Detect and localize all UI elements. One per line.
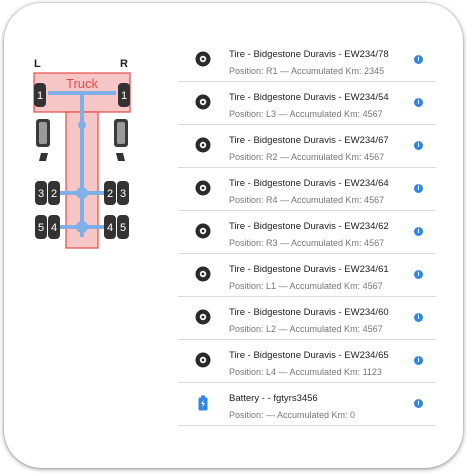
right-label: R	[120, 58, 128, 70]
item-subtitle: Position: R2 — Accumulated Km: 4567	[229, 152, 385, 162]
info-icon[interactable]: i	[414, 270, 423, 279]
list-item[interactable]: Tire - Bidgestone Duravis - EW234/54 Pos…	[178, 82, 436, 125]
tire-l4[interactable]: 4	[48, 215, 60, 239]
item-title: Tire - Bidgestone Duravis - EW234/60	[229, 307, 389, 318]
item-title: Tire - Bidgestone Duravis - EW234/54	[229, 92, 389, 103]
item-subtitle: Position: R1 — Accumulated Km: 2345	[229, 66, 385, 76]
list-item[interactable]: Tire - Bidgestone Duravis - EW234/67 Pos…	[178, 125, 436, 168]
item-subtitle: Position: L3 — Accumulated Km: 4567	[229, 109, 383, 119]
item-subtitle: Position: L2 — Accumulated Km: 4567	[229, 324, 383, 334]
info-icon[interactable]: i	[414, 227, 423, 236]
tire-r4[interactable]: 4	[104, 215, 116, 239]
item-title: Tire - Bidgestone Duravis - EW234/61	[229, 264, 389, 275]
tire-l2[interactable]: 2	[48, 181, 60, 205]
vehicle-card: L R Truck 1 1 2 3 2 3 4 5 4 5 Tire - Bid…	[4, 3, 463, 468]
left-mirror	[39, 153, 48, 161]
tire-icon	[195, 223, 211, 239]
svg-text:2: 2	[107, 188, 113, 200]
battery-icon	[195, 395, 211, 411]
info-icon[interactable]: i	[414, 98, 423, 107]
item-title: Tire - Bidgestone Duravis - EW234/78	[229, 49, 389, 60]
tire-icon	[195, 51, 211, 67]
tire-l5[interactable]: 5	[35, 215, 47, 239]
tire-icon	[195, 180, 211, 196]
info-icon[interactable]: i	[414, 55, 423, 64]
svg-text:4: 4	[51, 222, 57, 234]
list-item[interactable]: Battery - - fgtyrs3456 Position: — Accum…	[178, 383, 436, 426]
info-icon[interactable]: i	[414, 184, 423, 193]
svg-text:1: 1	[121, 90, 127, 102]
tire-r5[interactable]: 5	[117, 215, 129, 239]
item-title: Tire - Bidgestone Duravis - EW234/65	[229, 350, 389, 361]
tire-icon	[195, 309, 211, 325]
svg-text:4: 4	[107, 222, 113, 234]
left-label: L	[34, 58, 41, 70]
item-title: Tire - Bidgestone Duravis - EW234/64	[229, 178, 389, 189]
truck-diagram: L R Truck 1 1 2 3 2 3 4 5 4 5	[33, 58, 131, 249]
tire-r3[interactable]: 3	[117, 181, 129, 205]
info-icon[interactable]: i	[414, 356, 423, 365]
tire-icon	[195, 137, 211, 153]
vehicle-label: Truck	[66, 76, 99, 91]
tire-l3[interactable]: 3	[35, 181, 47, 205]
item-subtitle: Position: L4 — Accumulated Km: 1123	[229, 367, 382, 377]
tire-icon	[195, 352, 211, 368]
list-item[interactable]: Tire - Bidgestone Duravis - EW234/64 Pos…	[178, 168, 436, 211]
item-title: Tire - Bidgestone Duravis - EW234/67	[229, 135, 389, 146]
tire-r1[interactable]: 1	[118, 83, 130, 107]
item-subtitle: Position: R3 — Accumulated Km: 4567	[229, 238, 385, 248]
component-list: Tire - Bidgestone Duravis - EW234/78 Pos…	[178, 39, 436, 426]
svg-text:2: 2	[51, 188, 57, 200]
item-title: Tire - Bidgestone Duravis - EW234/62	[229, 221, 389, 232]
tire-icon	[195, 266, 211, 282]
list-item[interactable]: Tire - Bidgestone Duravis - EW234/61 Pos…	[178, 254, 436, 297]
item-subtitle: Position: R4 — Accumulated Km: 4567	[229, 195, 385, 205]
item-subtitle: Position: — Accumulated Km: 0	[229, 410, 356, 420]
svg-text:5: 5	[120, 222, 126, 234]
list-item[interactable]: Tire - Bidgestone Duravis - EW234/65 Pos…	[178, 340, 436, 383]
info-icon[interactable]: i	[414, 313, 423, 322]
svg-text:1: 1	[37, 90, 43, 102]
tire-l1[interactable]: 1	[34, 83, 46, 107]
list-item[interactable]: Tire - Bidgestone Duravis - EW234/62 Pos…	[178, 211, 436, 254]
svg-text:5: 5	[38, 222, 44, 234]
right-mirror	[116, 153, 125, 161]
item-title: Battery - - fgtyrs3456	[229, 393, 318, 404]
tire-icon	[195, 94, 211, 110]
tire-r2[interactable]: 2	[104, 181, 116, 205]
list-item[interactable]: Tire - Bidgestone Duravis - EW234/78 Pos…	[178, 39, 436, 82]
svg-text:3: 3	[38, 188, 44, 200]
info-icon[interactable]: i	[414, 141, 423, 150]
info-icon[interactable]: i	[414, 399, 423, 408]
item-subtitle: Position: L1 — Accumulated Km: 4567	[229, 281, 383, 291]
list-item[interactable]: Tire - Bidgestone Duravis - EW234/60 Pos…	[178, 297, 436, 340]
svg-text:3: 3	[120, 188, 126, 200]
